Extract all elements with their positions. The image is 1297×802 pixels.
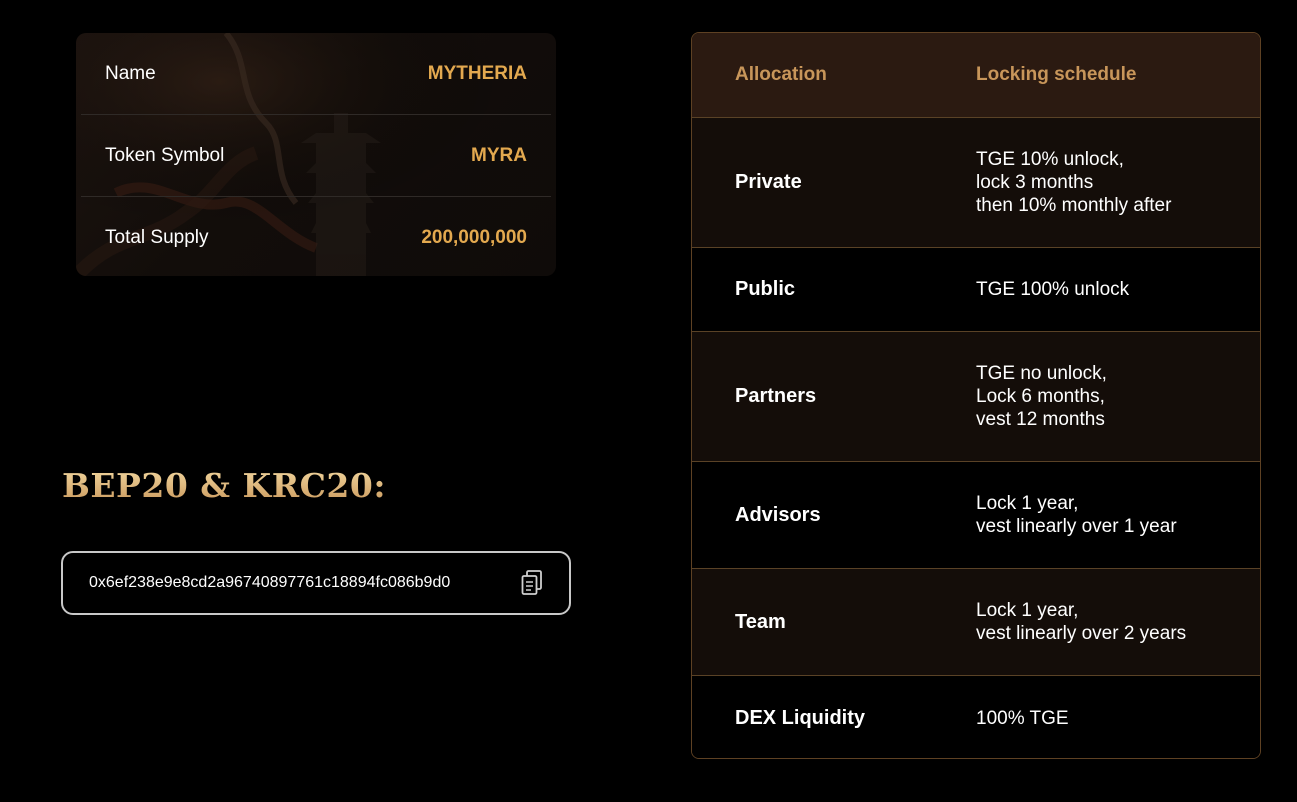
schedule-line: vest linearly over 2 years (976, 623, 1187, 644)
allocation-table: Allocation Locking schedule Private TGE … (691, 32, 1261, 759)
allocation-name: Partners (735, 385, 817, 407)
table-row: Partners TGE no unlock, Lock 6 months, v… (692, 332, 1260, 462)
allocation-schedule: TGE no unlock, Lock 6 months, vest 12 mo… (976, 362, 1107, 431)
token-info-card: Name MYTHERIA Token Symbol MYRA Total Su… (76, 33, 556, 276)
allocation-schedule: TGE 10% unlock, lock 3 months then 10% m… (976, 148, 1171, 217)
token-symbol-value: MYRA (471, 144, 527, 166)
table-row: DEX Liquidity 100% TGE (692, 676, 1260, 758)
token-name-label: Name (105, 62, 156, 84)
allocation-name: Public (735, 278, 796, 300)
table-row: Private TGE 10% unlock, lock 3 months th… (692, 118, 1260, 248)
allocation-header: Allocation (735, 64, 827, 85)
total-supply-label: Total Supply (105, 227, 209, 248)
schedule-line: vest linearly over 1 year (976, 516, 1177, 537)
schedule-header: Locking schedule (976, 64, 1137, 85)
table-row: Public TGE 100% unlock (692, 248, 1260, 332)
schedule-line: 100% TGE (976, 707, 1069, 729)
contract-address-text[interactable]: 0x6ef238e9e8cd2a96740897761c18894fc086b9… (89, 574, 450, 592)
allocation-schedule: Lock 1 year, vest linearly over 2 years (976, 599, 1186, 645)
schedule-line: lock 3 months (976, 172, 1094, 193)
allocation-schedule: 100% TGE (976, 707, 1069, 730)
copy-icon[interactable] (519, 569, 545, 597)
total-supply-value: 200,000,000 (421, 227, 527, 248)
token-name-row: Name MYTHERIA (81, 33, 551, 115)
allocation-name: Private (735, 171, 802, 193)
schedule-line: Lock 6 months, (976, 386, 1105, 407)
schedule-line: TGE no unlock, (976, 363, 1107, 384)
allocation-name: DEX Liquidity (735, 706, 865, 729)
total-supply-row: Total Supply 200,000,000 (81, 197, 551, 276)
schedule-line: TGE 10% unlock, (976, 149, 1124, 170)
schedule-line: Lock 1 year, (976, 600, 1079, 621)
schedule-line: then 10% monthly after (976, 195, 1172, 216)
schedule-line: Lock 1 year, (976, 493, 1079, 514)
allocation-name: Team (735, 610, 786, 633)
schedule-line: vest 12 months (976, 409, 1105, 430)
allocation-schedule: TGE 100% unlock (976, 278, 1129, 301)
contract-section-title: BEP20 & KRC20: (62, 466, 387, 505)
table-row: Advisors Lock 1 year, vest linearly over… (692, 462, 1260, 569)
schedule-line: TGE 100% unlock (976, 279, 1130, 300)
allocation-schedule: Lock 1 year, vest linearly over 1 year (976, 492, 1177, 538)
table-row: Team Lock 1 year, vest linearly over 2 y… (692, 569, 1260, 676)
allocation-name: Advisors (735, 503, 821, 526)
table-header-row: Allocation Locking schedule (692, 33, 1260, 118)
token-name-value: MYTHERIA (427, 62, 527, 84)
token-symbol-row: Token Symbol MYRA (81, 115, 551, 197)
contract-address-box: 0x6ef238e9e8cd2a96740897761c18894fc086b9… (61, 551, 571, 615)
token-symbol-label: Token Symbol (105, 144, 225, 166)
